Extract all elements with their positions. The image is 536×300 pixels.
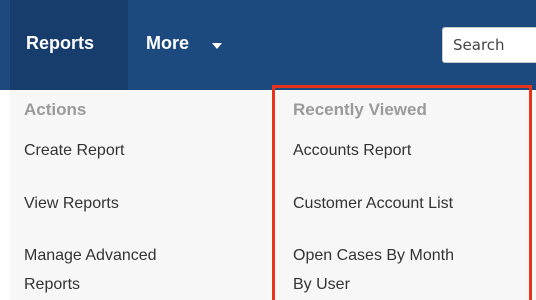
customer-account-list-link[interactable]: Customer Account List <box>293 189 453 218</box>
search-input[interactable] <box>442 27 536 63</box>
view-reports-link[interactable]: View Reports <box>24 189 119 218</box>
more-menu-button[interactable]: More <box>128 0 238 90</box>
reports-tab[interactable]: Reports <box>10 0 128 90</box>
top-navigation-bar: Reports More <box>0 0 536 90</box>
manage-advanced-reports-label-line2: Reports <box>24 276 81 293</box>
reports-tab-label: Reports <box>26 33 95 53</box>
open-cases-by-month-by-user-link[interactable]: Open Cases By Month By User <box>293 241 454 299</box>
create-report-link[interactable]: Create Report <box>24 136 125 165</box>
chevron-down-icon <box>212 43 222 49</box>
more-menu-label: More <box>146 33 190 53</box>
accounts-report-link[interactable]: Accounts Report <box>293 136 411 165</box>
open-cases-label-line1: Open Cases By Month <box>293 247 454 264</box>
recently-viewed-heading: Recently Viewed <box>293 100 427 119</box>
open-cases-label-line2: By User <box>293 276 350 293</box>
manage-advanced-reports-link[interactable]: Manage Advanced Reports <box>24 241 157 299</box>
reports-dropdown-menu: Actions Create Report View Reports Manag… <box>10 90 536 300</box>
actions-heading: Actions <box>24 100 87 119</box>
manage-advanced-reports-label-line1: Manage Advanced <box>24 247 157 264</box>
